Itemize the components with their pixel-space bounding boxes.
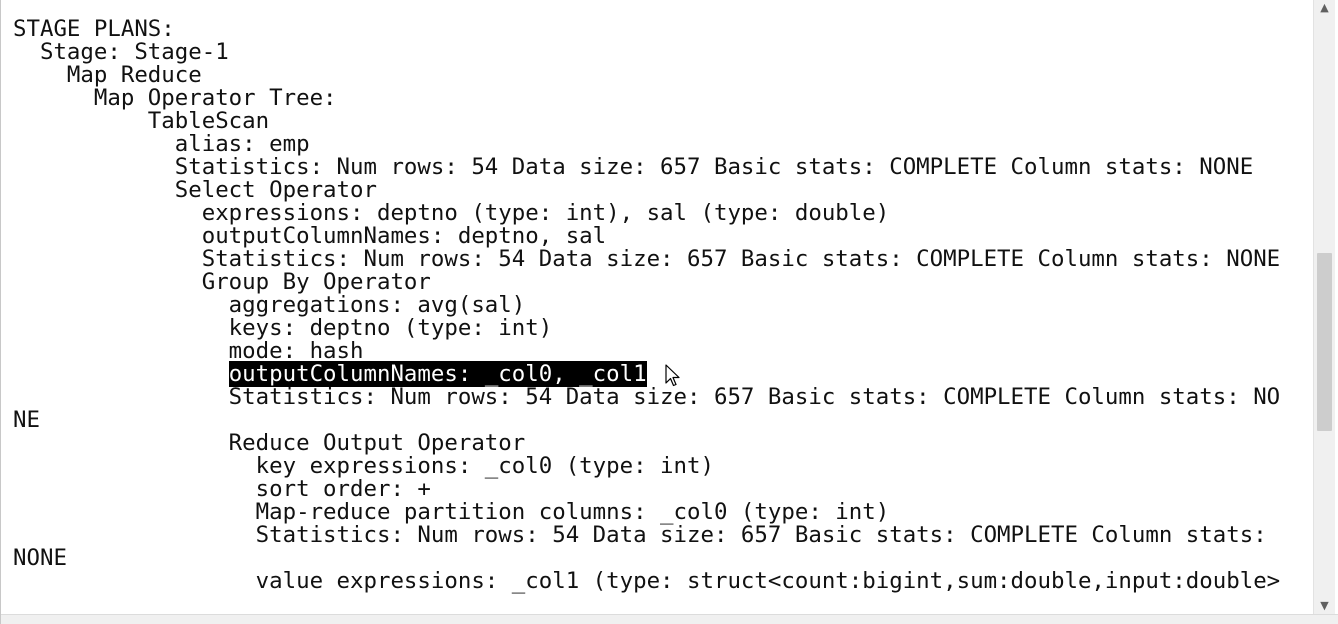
terminal-line: Map Operator Tree: [13, 85, 337, 111]
scroll-up-arrow-icon[interactable]: ▲ [1314, 0, 1335, 16]
terminal-line: NE [13, 407, 40, 433]
terminal-line: TableScan [13, 108, 270, 134]
terminal-line: Map-reduce partition columns: _col0 (typ… [13, 499, 890, 525]
vertical-scrollbar[interactable]: ▲ ▼ [1313, 0, 1335, 614]
terminal-line-selected[interactable]: outputColumnNames: _col0, _col1 [13, 361, 647, 387]
scroll-down-arrow-icon[interactable]: ▼ [1314, 598, 1335, 614]
terminal-line: NONE [13, 545, 67, 571]
terminal-line: outputColumnNames: deptno, sal [13, 223, 607, 249]
terminal-output[interactable]: STAGE PLANS: Stage: Stage-1 Map Reduce M… [1, 0, 1313, 614]
terminal-line: Statistics: Num rows: 54 Data size: 657 … [13, 154, 1254, 180]
terminal-line: expressions: deptno (type: int), sal (ty… [13, 200, 890, 226]
window-bottom-border [1, 614, 1338, 624]
terminal-line: Reduce Output Operator [13, 430, 526, 456]
terminal-line: Statistics: Num rows: 54 Data size: 657 … [13, 384, 1281, 410]
scrollbar-thumb[interactable] [1317, 253, 1332, 431]
terminal-line: sort order: + [13, 476, 431, 502]
terminal-line: keys: deptno (type: int) [13, 315, 553, 341]
terminal-line: Statistics: Num rows: 54 Data size: 657 … [13, 522, 1267, 548]
terminal-window: STAGE PLANS: Stage: Stage-1 Map Reduce M… [0, 0, 1338, 624]
terminal-line: STAGE PLANS: [13, 16, 175, 42]
terminal-line: Group By Operator [13, 269, 431, 295]
terminal-line: Map Reduce [13, 62, 202, 88]
terminal-line: Select Operator [13, 177, 377, 203]
terminal-line: value expressions: _col1 (type: struct<c… [13, 568, 1281, 594]
terminal-line: alias: emp [13, 131, 310, 157]
terminal-line: Statistics: Num rows: 54 Data size: 657 … [13, 246, 1281, 272]
terminal-line: key expressions: _col0 (type: int) [13, 453, 714, 479]
terminal-line: aggregations: avg(sal) [13, 292, 526, 318]
mouse-pointer-icon [665, 364, 680, 387]
terminal-line: Stage: Stage-1 [13, 39, 229, 65]
terminal-line: mode: hash [13, 338, 364, 364]
